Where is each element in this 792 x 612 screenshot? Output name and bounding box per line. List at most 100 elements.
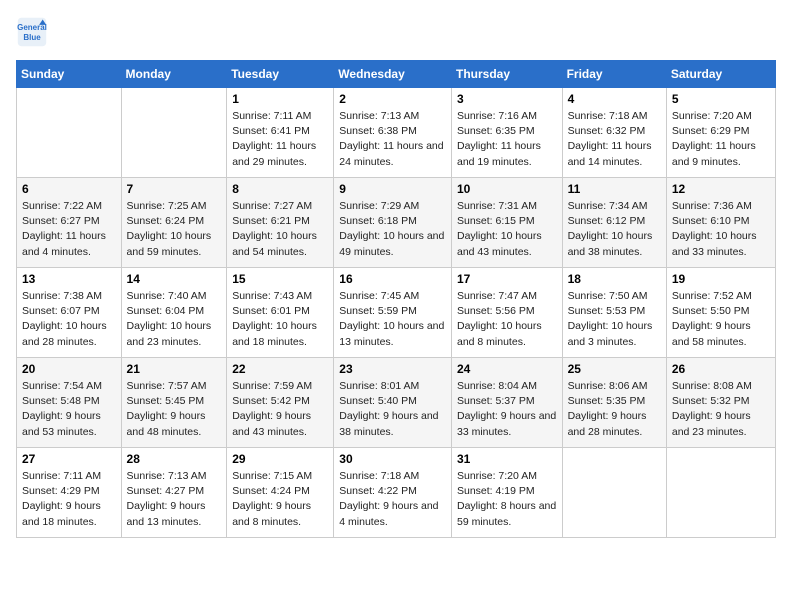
day-number: 17 <box>457 272 557 286</box>
calendar-week-5: 27 Sunrise: 7:11 AM Sunset: 4:29 PM Dayli… <box>17 448 776 538</box>
day-detail: Sunrise: 7:45 AM Sunset: 5:59 PM Dayligh… <box>339 289 446 350</box>
calendar-cell <box>121 88 227 178</box>
calendar-table: SundayMondayTuesdayWednesdayThursdayFrid… <box>16 60 776 538</box>
day-number: 21 <box>127 362 222 376</box>
day-number: 18 <box>568 272 661 286</box>
day-detail: Sunrise: 7:18 AM Sunset: 6:32 PM Dayligh… <box>568 109 661 170</box>
day-number: 8 <box>232 182 328 196</box>
day-detail: Sunrise: 7:34 AM Sunset: 6:12 PM Dayligh… <box>568 199 661 260</box>
day-detail: Sunrise: 7:57 AM Sunset: 5:45 PM Dayligh… <box>127 379 222 440</box>
day-number: 14 <box>127 272 222 286</box>
calendar-cell: 11 Sunrise: 7:34 AM Sunset: 6:12 PM Dayli… <box>562 178 666 268</box>
day-number: 31 <box>457 452 557 466</box>
calendar-cell: 6 Sunrise: 7:22 AM Sunset: 6:27 PM Daylig… <box>17 178 122 268</box>
day-number: 16 <box>339 272 446 286</box>
calendar-week-1: 1 Sunrise: 7:11 AM Sunset: 6:41 PM Daylig… <box>17 88 776 178</box>
day-number: 1 <box>232 92 328 106</box>
day-detail: Sunrise: 7:47 AM Sunset: 5:56 PM Dayligh… <box>457 289 557 350</box>
logo-icon: General Blue <box>16 16 48 48</box>
day-number: 2 <box>339 92 446 106</box>
day-number: 6 <box>22 182 116 196</box>
day-detail: Sunrise: 7:13 AM Sunset: 6:38 PM Dayligh… <box>339 109 446 170</box>
column-header-thursday: Thursday <box>451 61 562 88</box>
day-detail: Sunrise: 7:43 AM Sunset: 6:01 PM Dayligh… <box>232 289 328 350</box>
day-detail: Sunrise: 8:06 AM Sunset: 5:35 PM Dayligh… <box>568 379 661 440</box>
calendar-cell: 7 Sunrise: 7:25 AM Sunset: 6:24 PM Daylig… <box>121 178 227 268</box>
calendar-cell: 3Sunrise: 7:16 AM Sunset: 6:35 PM Daylig… <box>451 88 562 178</box>
day-detail: Sunrise: 7:15 AM Sunset: 4:24 PM Dayligh… <box>232 469 328 530</box>
day-detail: Sunrise: 8:08 AM Sunset: 5:32 PM Dayligh… <box>672 379 770 440</box>
day-number: 25 <box>568 362 661 376</box>
day-detail: Sunrise: 7:54 AM Sunset: 5:48 PM Dayligh… <box>22 379 116 440</box>
calendar-cell: 8 Sunrise: 7:27 AM Sunset: 6:21 PM Daylig… <box>227 178 334 268</box>
calendar-cell: 30 Sunrise: 7:18 AM Sunset: 4:22 PM Dayli… <box>334 448 452 538</box>
day-number: 3 <box>457 92 557 106</box>
column-header-monday: Monday <box>121 61 227 88</box>
day-number: 27 <box>22 452 116 466</box>
day-detail: Sunrise: 7:40 AM Sunset: 6:04 PM Dayligh… <box>127 289 222 350</box>
calendar-cell <box>666 448 775 538</box>
page-header: General Blue <box>16 16 776 48</box>
calendar-cell: 20 Sunrise: 7:54 AM Sunset: 5:48 PM Dayli… <box>17 358 122 448</box>
day-detail: Sunrise: 7:27 AM Sunset: 6:21 PM Dayligh… <box>232 199 328 260</box>
calendar-cell <box>17 88 122 178</box>
column-header-friday: Friday <box>562 61 666 88</box>
day-detail: Sunrise: 7:25 AM Sunset: 6:24 PM Dayligh… <box>127 199 222 260</box>
calendar-cell: 2 Sunrise: 7:13 AM Sunset: 6:38 PM Daylig… <box>334 88 452 178</box>
calendar-cell: 31 Sunrise: 7:20 AM Sunset: 4:19 PM Dayli… <box>451 448 562 538</box>
calendar-cell <box>562 448 666 538</box>
day-number: 4 <box>568 92 661 106</box>
logo: General Blue <box>16 16 54 48</box>
column-header-wednesday: Wednesday <box>334 61 452 88</box>
calendar-week-3: 13 Sunrise: 7:38 AM Sunset: 6:07 PM Dayli… <box>17 268 776 358</box>
day-detail: Sunrise: 7:22 AM Sunset: 6:27 PM Dayligh… <box>22 199 116 260</box>
day-detail: Sunrise: 7:31 AM Sunset: 6:15 PM Dayligh… <box>457 199 557 260</box>
day-number: 9 <box>339 182 446 196</box>
day-number: 5 <box>672 92 770 106</box>
day-detail: Sunrise: 7:20 AM Sunset: 6:29 PM Dayligh… <box>672 109 770 170</box>
day-number: 30 <box>339 452 446 466</box>
calendar-cell: 29 Sunrise: 7:15 AM Sunset: 4:24 PM Dayli… <box>227 448 334 538</box>
day-number: 11 <box>568 182 661 196</box>
day-number: 12 <box>672 182 770 196</box>
day-number: 28 <box>127 452 222 466</box>
day-detail: Sunrise: 7:13 AM Sunset: 4:27 PM Dayligh… <box>127 469 222 530</box>
day-number: 13 <box>22 272 116 286</box>
calendar-cell: 28 Sunrise: 7:13 AM Sunset: 4:27 PM Dayli… <box>121 448 227 538</box>
calendar-cell: 9Sunrise: 7:29 AM Sunset: 6:18 PM Daylig… <box>334 178 452 268</box>
svg-text:Blue: Blue <box>23 33 41 42</box>
day-detail: Sunrise: 8:01 AM Sunset: 5:40 PM Dayligh… <box>339 379 446 440</box>
day-number: 26 <box>672 362 770 376</box>
calendar-cell: 23 Sunrise: 8:01 AM Sunset: 5:40 PM Dayli… <box>334 358 452 448</box>
column-header-tuesday: Tuesday <box>227 61 334 88</box>
calendar-cell: 22Sunrise: 7:59 AM Sunset: 5:42 PM Dayli… <box>227 358 334 448</box>
calendar-cell: 24 Sunrise: 8:04 AM Sunset: 5:37 PM Dayli… <box>451 358 562 448</box>
day-detail: Sunrise: 7:11 AM Sunset: 6:41 PM Dayligh… <box>232 109 328 170</box>
day-number: 20 <box>22 362 116 376</box>
calendar-cell: 26 Sunrise: 8:08 AM Sunset: 5:32 PM Dayli… <box>666 358 775 448</box>
calendar-cell: 13 Sunrise: 7:38 AM Sunset: 6:07 PM Dayli… <box>17 268 122 358</box>
column-header-saturday: Saturday <box>666 61 775 88</box>
day-detail: Sunrise: 7:20 AM Sunset: 4:19 PM Dayligh… <box>457 469 557 530</box>
calendar-cell: 4 Sunrise: 7:18 AM Sunset: 6:32 PM Daylig… <box>562 88 666 178</box>
calendar-cell: 1 Sunrise: 7:11 AM Sunset: 6:41 PM Daylig… <box>227 88 334 178</box>
day-detail: Sunrise: 7:11 AM Sunset: 4:29 PM Dayligh… <box>22 469 116 530</box>
column-header-sunday: Sunday <box>17 61 122 88</box>
calendar-cell: 18 Sunrise: 7:50 AM Sunset: 5:53 PM Dayli… <box>562 268 666 358</box>
day-number: 19 <box>672 272 770 286</box>
calendar-cell: 10 Sunrise: 7:31 AM Sunset: 6:15 PM Dayli… <box>451 178 562 268</box>
day-detail: Sunrise: 7:50 AM Sunset: 5:53 PM Dayligh… <box>568 289 661 350</box>
day-detail: Sunrise: 7:18 AM Sunset: 4:22 PM Dayligh… <box>339 469 446 530</box>
day-detail: Sunrise: 7:36 AM Sunset: 6:10 PM Dayligh… <box>672 199 770 260</box>
calendar-cell: 16 Sunrise: 7:45 AM Sunset: 5:59 PM Dayli… <box>334 268 452 358</box>
day-number: 23 <box>339 362 446 376</box>
day-detail: Sunrise: 8:04 AM Sunset: 5:37 PM Dayligh… <box>457 379 557 440</box>
calendar-cell: 25 Sunrise: 8:06 AM Sunset: 5:35 PM Dayli… <box>562 358 666 448</box>
day-detail: Sunrise: 7:38 AM Sunset: 6:07 PM Dayligh… <box>22 289 116 350</box>
day-number: 7 <box>127 182 222 196</box>
calendar-cell: 12 Sunrise: 7:36 AM Sunset: 6:10 PM Dayli… <box>666 178 775 268</box>
day-number: 10 <box>457 182 557 196</box>
day-number: 24 <box>457 362 557 376</box>
day-number: 15 <box>232 272 328 286</box>
day-number: 29 <box>232 452 328 466</box>
